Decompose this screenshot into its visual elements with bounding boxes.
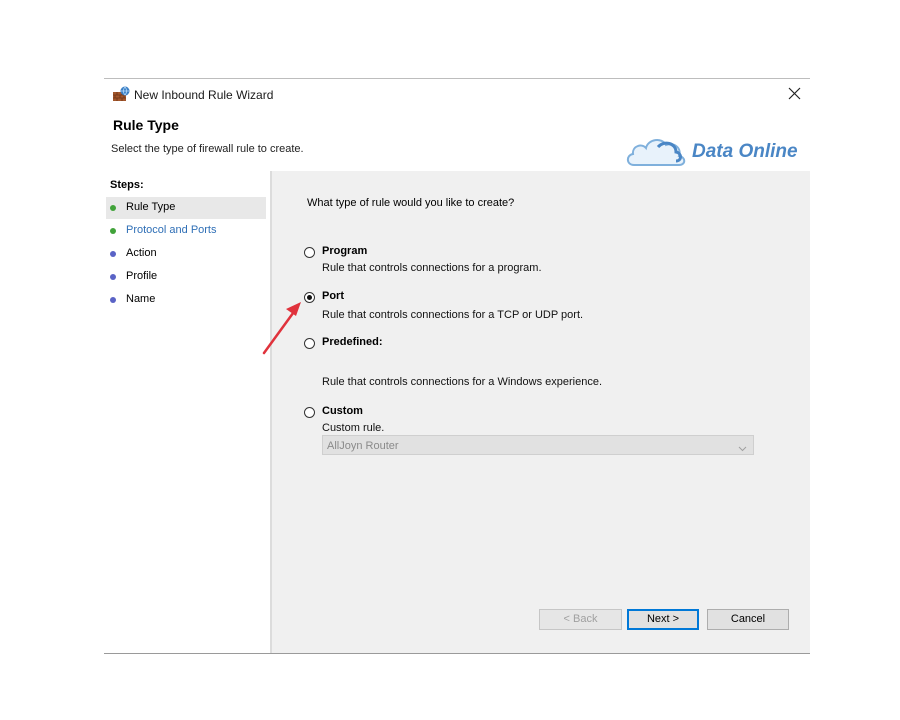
cloud-icon xyxy=(626,139,686,166)
step-label: Rule Type xyxy=(126,201,176,213)
port-radio[interactable] xyxy=(304,292,315,303)
cancel-button[interactable]: Cancel xyxy=(707,609,789,630)
step-label: Action xyxy=(126,247,157,259)
step-label: Name xyxy=(126,293,156,305)
step-label: Protocol and Ports xyxy=(126,224,217,236)
content-panel: What type of rule would you like to crea… xyxy=(272,171,810,653)
step-action: Action xyxy=(106,243,266,265)
step-pending-icon xyxy=(110,297,116,303)
custom-description: Custom rule. xyxy=(322,422,385,434)
step-name: Name xyxy=(106,289,266,311)
step-profile: Profile xyxy=(106,266,266,288)
firewall-icon xyxy=(112,86,130,102)
data-online-logo: Data Online xyxy=(624,131,814,171)
program-radio[interactable] xyxy=(304,247,315,258)
step-complete-icon xyxy=(110,228,116,234)
step-pending-icon xyxy=(110,251,116,257)
wizard-window: New Inbound Rule Wizard Rule Type Select… xyxy=(104,78,810,654)
custom-label[interactable]: Custom xyxy=(322,405,363,417)
port-description: Rule that controls connections for a TCP… xyxy=(322,309,584,321)
custom-radio[interactable] xyxy=(304,407,315,418)
step-pending-icon xyxy=(110,274,116,280)
step-rule-type[interactable]: Rule Type xyxy=(106,197,266,219)
program-description: Rule that controls connections for a pro… xyxy=(322,262,542,274)
step-complete-icon xyxy=(110,205,116,211)
predefined-label[interactable]: Predefined: xyxy=(322,336,383,348)
page-title: Rule Type xyxy=(113,117,179,133)
back-button[interactable]: < Back xyxy=(539,609,622,630)
predefined-dropdown[interactable]: AllJoyn Router xyxy=(322,435,754,455)
close-icon xyxy=(788,87,801,100)
window-title: New Inbound Rule Wizard xyxy=(134,88,274,102)
steps-panel: Steps: Rule Type Protocol and Ports Acti… xyxy=(104,171,270,653)
dropdown-value: AllJoyn Router xyxy=(327,440,399,452)
page-subtitle: Select the type of firewall rule to crea… xyxy=(111,143,304,155)
step-protocol-and-ports[interactable]: Protocol and Ports xyxy=(106,220,266,242)
predefined-radio[interactable] xyxy=(304,338,315,349)
step-label: Profile xyxy=(126,270,158,282)
rule-type-question: What type of rule would you like to crea… xyxy=(307,197,515,209)
close-button[interactable] xyxy=(780,79,810,109)
next-button[interactable]: Next > xyxy=(627,609,699,630)
program-label[interactable]: Program xyxy=(322,245,367,257)
predefined-description: Rule that controls connections for a Win… xyxy=(322,376,603,388)
steps-label: Steps: xyxy=(110,179,144,191)
chevron-down-icon xyxy=(738,440,747,458)
logo-text: Data Online xyxy=(692,141,798,162)
title-bar: New Inbound Rule Wizard xyxy=(104,79,810,111)
port-label[interactable]: Port xyxy=(322,290,344,302)
